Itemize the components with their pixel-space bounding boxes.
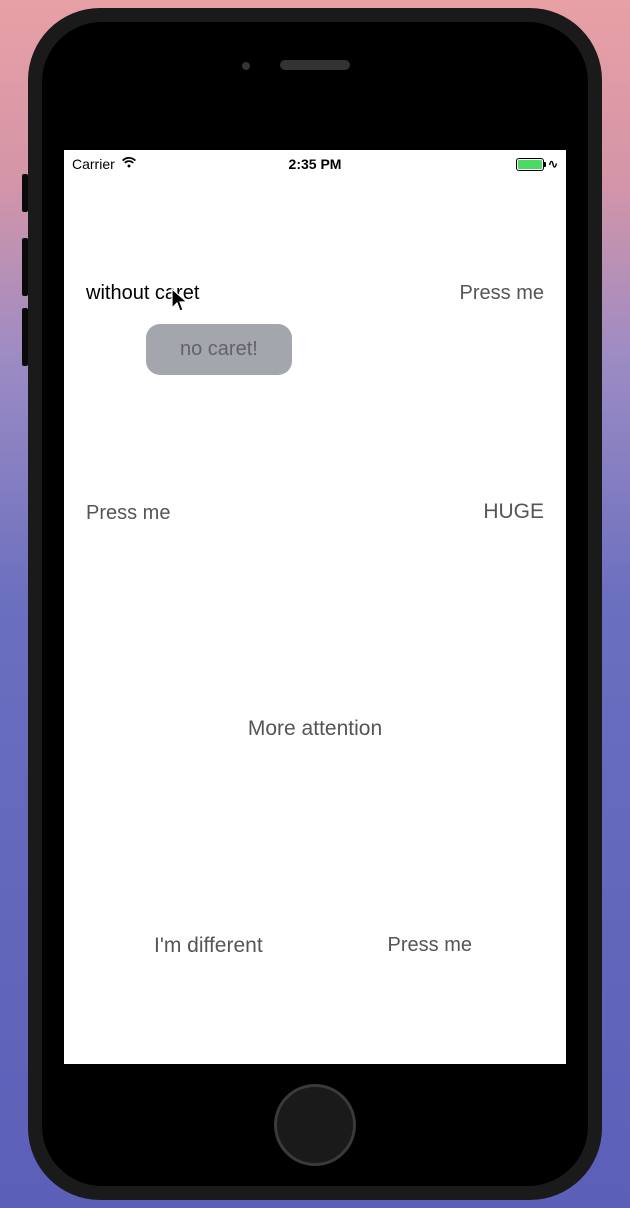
status-bar: Carrier 2:35 PM ∿ xyxy=(64,150,566,178)
phone-inner: Carrier 2:35 PM ∿ without caret xyxy=(42,22,588,1186)
wifi-icon xyxy=(121,156,137,172)
status-left: Carrier xyxy=(72,156,137,172)
phone-speaker xyxy=(280,60,350,70)
press-me-button-top-right[interactable]: Press me xyxy=(460,282,544,305)
phone-camera xyxy=(242,62,250,70)
charging-icon: ∿ xyxy=(548,157,558,171)
home-button[interactable] xyxy=(274,1084,356,1166)
huge-button[interactable]: HUGE xyxy=(483,500,544,524)
without-caret-button[interactable]: without caret xyxy=(86,282,199,305)
battery-icon xyxy=(516,158,544,171)
press-me-button-mid-left[interactable]: Press me xyxy=(86,502,170,525)
more-attention-button[interactable]: More attention xyxy=(248,717,382,741)
status-right: ∿ xyxy=(516,157,558,171)
volume-down-button[interactable] xyxy=(22,308,28,366)
phone-frame: Carrier 2:35 PM ∿ without caret xyxy=(28,8,602,1200)
press-me-button-bottom[interactable]: Press me xyxy=(388,934,472,957)
content-area: without caret Press me no caret! Press m… xyxy=(64,178,566,1064)
tooltip-no-caret: no caret! xyxy=(146,324,292,375)
app-screen: Carrier 2:35 PM ∿ without caret xyxy=(64,150,566,1064)
carrier-label: Carrier xyxy=(72,156,115,172)
im-different-button[interactable]: I'm different xyxy=(154,934,263,958)
status-time: 2:35 PM xyxy=(289,156,342,172)
silence-switch[interactable] xyxy=(22,174,28,212)
volume-up-button[interactable] xyxy=(22,238,28,296)
